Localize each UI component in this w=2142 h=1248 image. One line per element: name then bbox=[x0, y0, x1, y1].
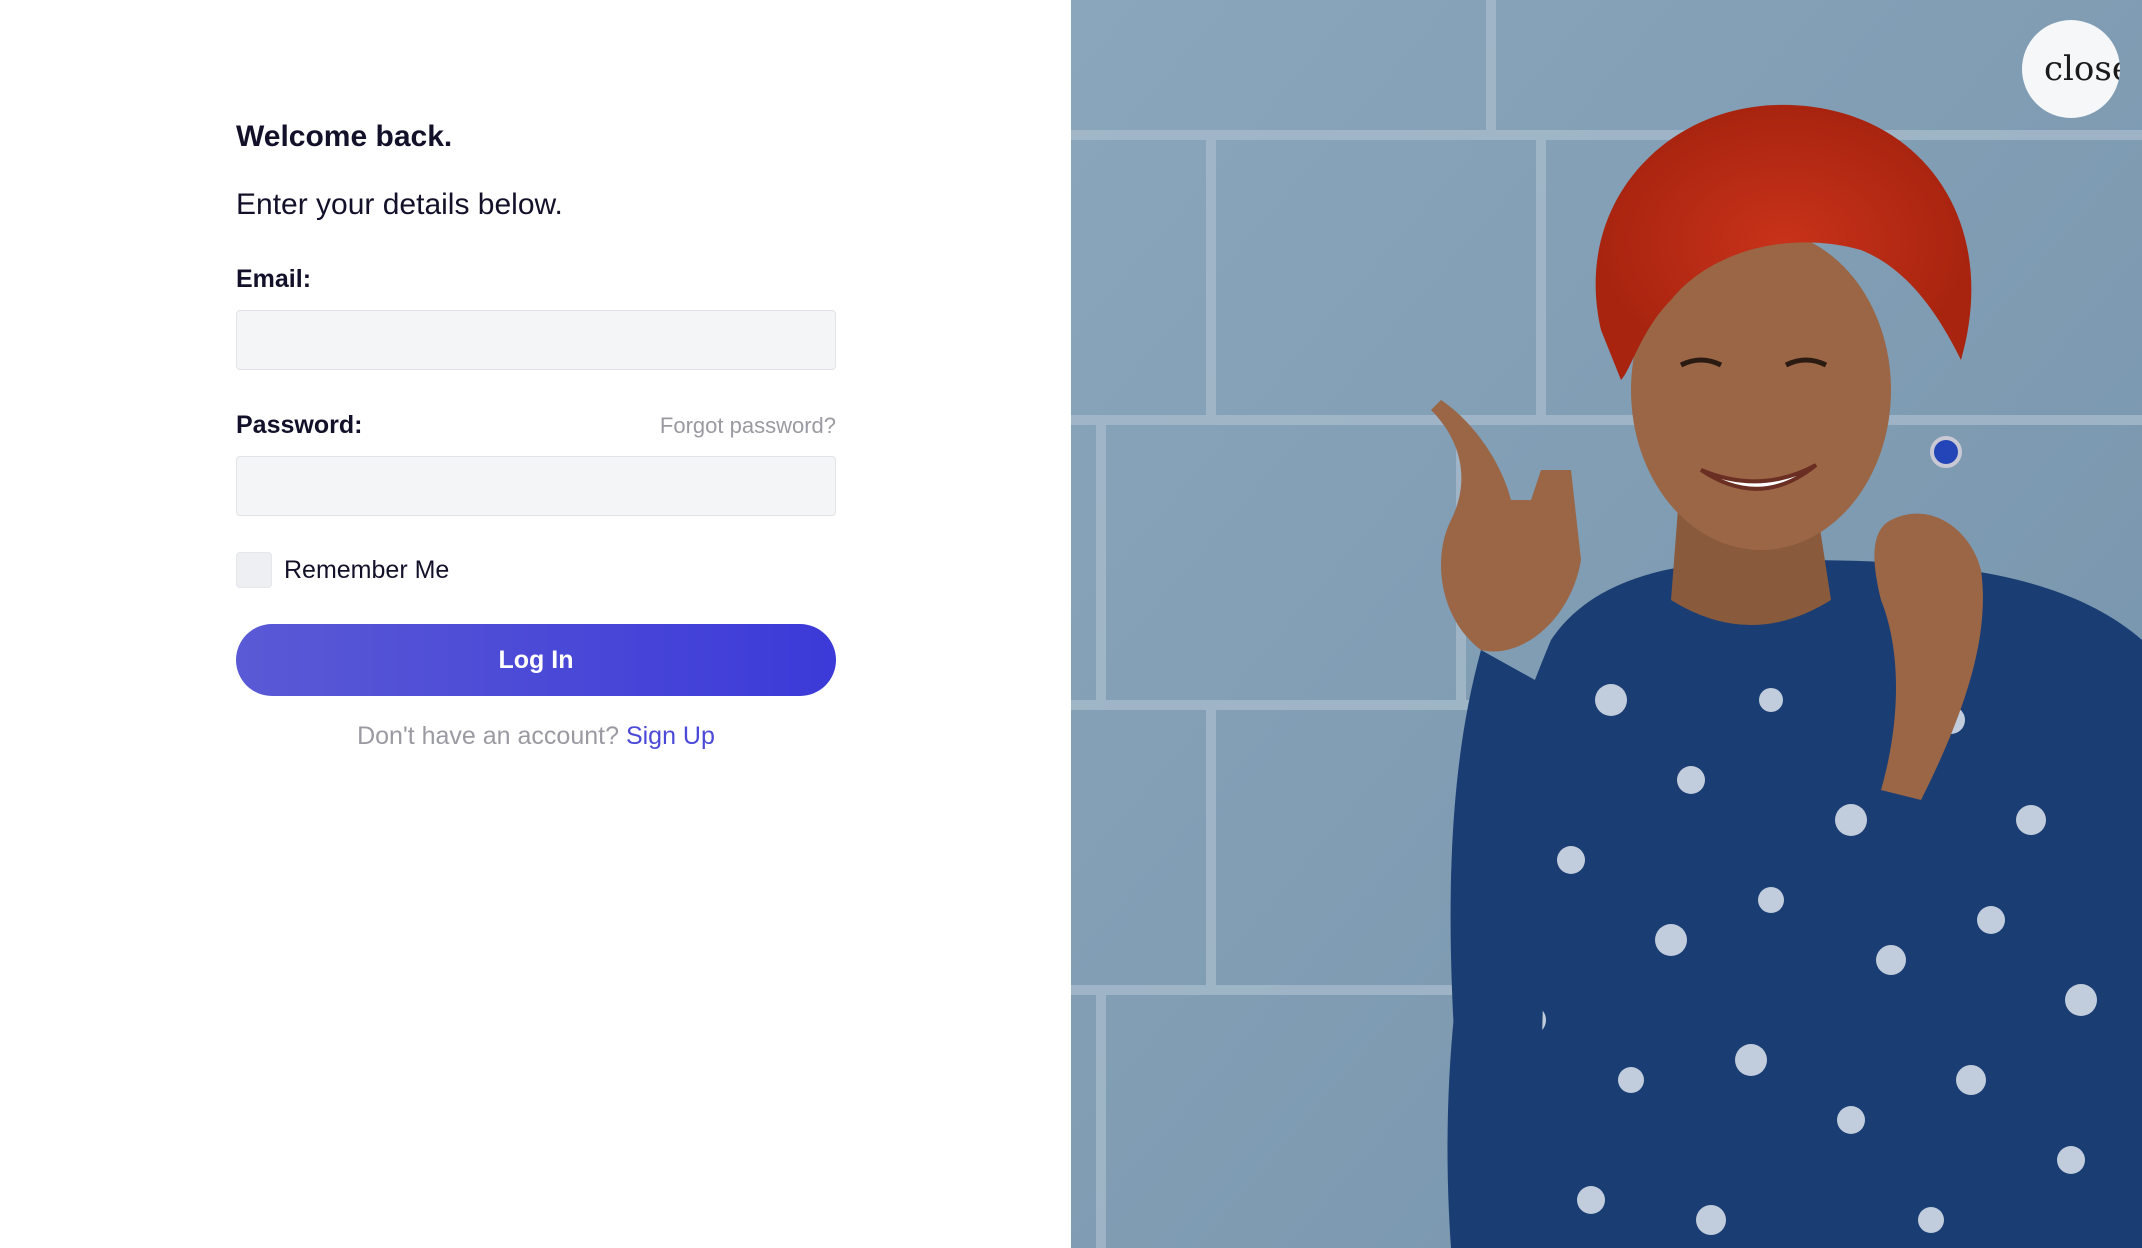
no-account-text: Don't have an account? bbox=[357, 722, 619, 750]
hero-photo bbox=[1071, 0, 2142, 1248]
login-form: Welcome back. Enter your details below. … bbox=[236, 118, 836, 751]
hero-image bbox=[1071, 0, 2142, 1248]
form-subtitle: Enter your details below. bbox=[236, 188, 563, 221]
signup-prompt: Don't have an account? Sign Up bbox=[236, 722, 836, 751]
dress bbox=[1447, 560, 2142, 1248]
remember-me-row: Remember Me bbox=[236, 552, 836, 588]
forgot-password-link[interactable]: Forgot password? bbox=[660, 413, 836, 439]
password-label: Password: bbox=[236, 411, 363, 439]
password-label-row: Password: Forgot password? bbox=[236, 410, 836, 440]
earring bbox=[1930, 436, 1962, 468]
password-field[interactable] bbox=[236, 456, 836, 516]
log-in-button[interactable]: Log In bbox=[236, 624, 836, 696]
welcome-heading: Welcome back. bbox=[236, 120, 453, 153]
remember-me-label: Remember Me bbox=[284, 555, 450, 584]
close-button[interactable]: close bbox=[2022, 20, 2120, 118]
login-page: Welcome back. Enter your details below. … bbox=[0, 0, 2142, 1248]
email-label-row: Email: bbox=[236, 264, 836, 294]
email-field[interactable] bbox=[236, 310, 836, 370]
sign-up-link[interactable]: Sign Up bbox=[626, 722, 715, 750]
email-label: Email: bbox=[236, 265, 312, 293]
login-panel: Welcome back. Enter your details below. … bbox=[0, 0, 1071, 1248]
remember-me-checkbox[interactable] bbox=[236, 552, 272, 588]
